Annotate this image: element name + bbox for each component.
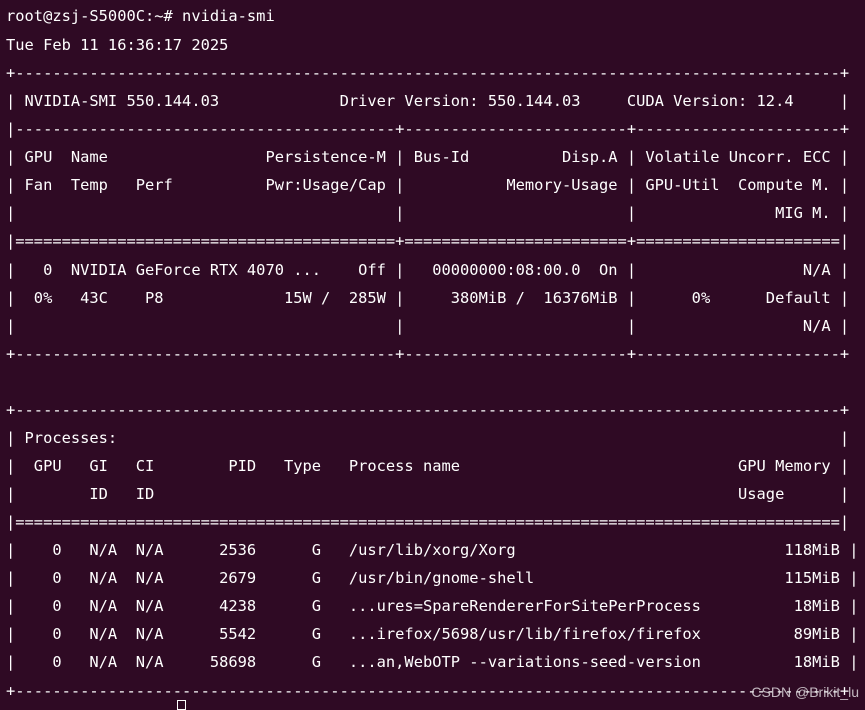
terminal-line: |=======================================…	[6, 513, 850, 531]
terminal-line: | GPU Name Persistence-M | Bus-Id Disp.A…	[6, 148, 850, 166]
terminal-line: | | | N/A |	[6, 317, 850, 335]
terminal-line: | 0 N/A N/A 58698 G ...an,WebOTP --varia…	[6, 653, 859, 671]
terminal-line: +---------------------------------------…	[6, 345, 850, 363]
terminal-line: | 0% 43C P8 15W / 285W | 380MiB / 16376M…	[6, 289, 850, 307]
terminal-line: | 0 N/A N/A 5542 G ...irefox/5698/usr/li…	[6, 625, 859, 643]
terminal-line: | 0 N/A N/A 4238 G ...ures=SpareRenderer…	[6, 597, 859, 615]
terminal-line: root@zsj-S5000C:~# nvidia-smi	[6, 7, 275, 25]
terminal-line: | | | MIG M. |	[6, 204, 850, 222]
terminal-line: | 0 N/A N/A 2679 G /usr/bin/gnome-shell …	[6, 569, 859, 587]
watermark: CSDN @Brikit_lu	[751, 684, 859, 700]
terminal-line: |=======================================…	[6, 232, 850, 250]
terminal-line: +---------------------------------------…	[6, 682, 850, 700]
terminal-cursor	[177, 700, 186, 710]
terminal-line: | Fan Temp Perf Pwr:Usage/Cap | Memory-U…	[6, 176, 850, 194]
terminal-line: |---------------------------------------…	[6, 120, 850, 138]
terminal-line: +---------------------------------------…	[6, 401, 850, 419]
terminal-line: | GPU GI CI PID Type Process name GPU Me…	[6, 457, 850, 475]
terminal-line: | 0 N/A N/A 2536 G /usr/lib/xorg/Xorg 11…	[6, 541, 859, 559]
terminal-output[interactable]: root@zsj-S5000C:~# nvidia-smi Tue Feb 11…	[0, 0, 865, 708]
terminal-line: | Processes: |	[6, 429, 850, 447]
terminal-line: | NVIDIA-SMI 550.144.03 Driver Version: …	[6, 92, 850, 110]
terminal-line: +---------------------------------------…	[6, 64, 850, 82]
terminal-line: Tue Feb 11 16:36:17 2025	[6, 36, 229, 54]
terminal-line: | 0 NVIDIA GeForce RTX 4070 ... Off | 00…	[6, 261, 850, 279]
terminal-line: | ID ID Usage |	[6, 485, 850, 503]
